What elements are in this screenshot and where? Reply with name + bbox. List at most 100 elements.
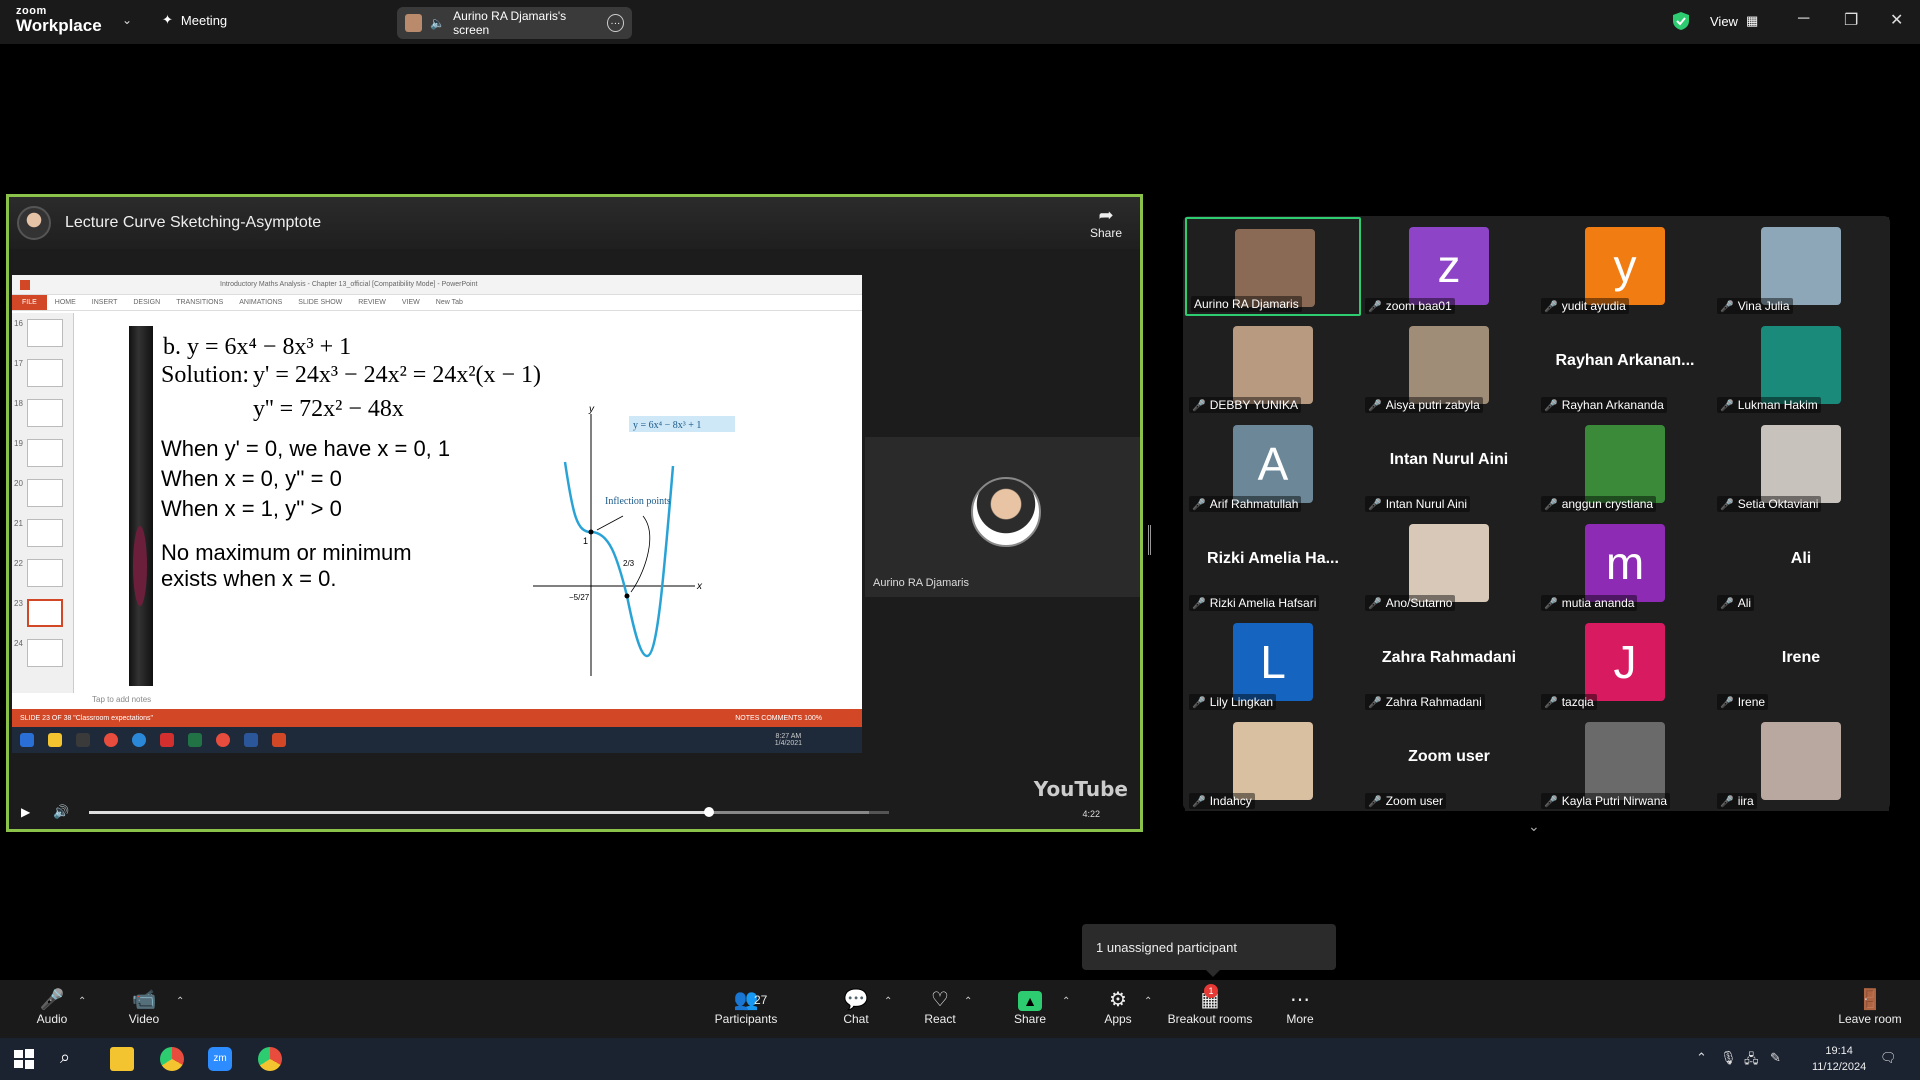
- video-button[interactable]: 📹 Video: [104, 988, 184, 1026]
- participant-tile[interactable]: 🎤 Kayla Putri Nirwana: [1537, 712, 1713, 811]
- participant-tile[interactable]: Zoom user 🎤 Zoom user: [1361, 712, 1537, 811]
- participant-tile[interactable]: z 🎤 zoom baa01: [1361, 217, 1537, 316]
- participant-name: 🎤 DEBBY YUNIKA: [1189, 397, 1301, 413]
- more-icon[interactable]: ···: [606, 14, 624, 32]
- participant-tile[interactable]: Rayhan Arkanan... 🎤 Rayhan Arkananda: [1537, 316, 1713, 415]
- channel-avatar[interactable]: [17, 206, 51, 240]
- participant-tile[interactable]: Ali 🎤 Ali: [1713, 514, 1889, 613]
- video-title[interactable]: Lecture Curve Sketching-Asymptote: [65, 214, 321, 232]
- windows-start-icon[interactable]: [12, 1047, 36, 1071]
- avatar: [1233, 722, 1313, 800]
- avatar: L: [1233, 623, 1313, 701]
- participant-tile[interactable]: 🎤 Setia Oktaviani: [1713, 415, 1889, 514]
- mic-off-icon: 🎤: [1544, 399, 1558, 412]
- participant-tile[interactable]: Irene 🎤 Irene: [1713, 613, 1889, 712]
- mic-off-icon: 🎤: [1368, 795, 1382, 808]
- participant-tile[interactable]: y 🎤 yudit ayudia: [1537, 217, 1713, 316]
- participant-tile[interactable]: 🎤 Vina Julia: [1713, 217, 1889, 316]
- store-icon: [76, 733, 90, 747]
- slide-decoration: [129, 326, 153, 686]
- participants-button[interactable]: 👥 27 Participants: [706, 988, 786, 1026]
- participant-tile[interactable]: J 🎤 tazqia: [1537, 613, 1713, 712]
- title-bar: zoom Workplace ⌄ ✦ Meeting 🔈 Aurino RA D…: [0, 0, 1920, 44]
- video-progress-bar[interactable]: [89, 807, 889, 817]
- slide-thumbnails: 16 17 18 19 20 21 22 23 24: [12, 313, 74, 693]
- tick-label: 2/3: [623, 559, 635, 568]
- participant-tile[interactable]: 🎤 DEBBY YUNIKA: [1185, 316, 1361, 415]
- close-button[interactable]: ✕: [1890, 10, 1903, 30]
- participant-tile[interactable]: 🎤 anggun crystiana: [1537, 415, 1713, 514]
- share-caret[interactable]: ⌃: [1062, 996, 1070, 1007]
- shield-icon[interactable]: [1672, 11, 1690, 31]
- meeting-tab[interactable]: ✦ Meeting: [162, 12, 227, 28]
- progress-knob[interactable]: [704, 807, 714, 817]
- participant-tile[interactable]: L 🎤 Lily Lingkan: [1185, 613, 1361, 712]
- apps-caret[interactable]: ⌃: [1144, 996, 1152, 1007]
- network-icon[interactable]: 🖧: [1744, 1050, 1759, 1072]
- breakout-rooms-button[interactable]: ▦ 1 Breakout rooms: [1160, 984, 1260, 1026]
- tray-chevron-icon[interactable]: ⌃: [1696, 1050, 1707, 1066]
- screen-share-pill[interactable]: 🔈 Aurino RA Djamaris's screen ···: [397, 7, 632, 39]
- mic-off-icon: 🎤: [1544, 597, 1558, 610]
- participant-tile[interactable]: m 🎤 mutia ananda: [1537, 514, 1713, 613]
- participant-tile[interactable]: 🎤 iira: [1713, 712, 1889, 811]
- shared-screen[interactable]: Lecture Curve Sketching-Asymptote ➦ Shar…: [6, 194, 1143, 832]
- participant-name: 🎤 Setia Oktaviani: [1717, 496, 1822, 512]
- mic-off-icon: 🎤: [1544, 696, 1558, 709]
- audio-button[interactable]: 🎤 Audio: [12, 988, 92, 1026]
- play-icon[interactable]: ▶: [21, 805, 30, 819]
- participant-tile[interactable]: A 🎤 Arif Rahmatullah: [1185, 415, 1361, 514]
- word-icon: [244, 733, 258, 747]
- participant-tile[interactable]: 🎤 Ano/Sutarno: [1361, 514, 1537, 613]
- minimize-button[interactable]: ─: [1798, 10, 1809, 28]
- chevron-down-icon[interactable]: ⌄: [122, 13, 132, 27]
- chrome-icon[interactable]: [258, 1047, 282, 1071]
- volume-icon[interactable]: 🔊: [53, 804, 69, 820]
- participant-name: 🎤 zoom baa01: [1365, 298, 1455, 314]
- react-caret[interactable]: ⌃: [964, 996, 972, 1007]
- search-icon[interactable]: ⌕: [60, 1047, 84, 1071]
- chevron-down-icon[interactable]: ⌄: [1528, 818, 1540, 835]
- notification-icon[interactable]: 🗨: [1880, 1050, 1897, 1066]
- yt-share-button[interactable]: ➦ Share: [1090, 205, 1122, 240]
- mic-icon[interactable]: 🎙: [1720, 1050, 1737, 1066]
- more-button[interactable]: ⋯ More: [1260, 988, 1340, 1026]
- chrome-icon[interactable]: [160, 1047, 184, 1071]
- more-icon: ⋯: [1290, 989, 1310, 1011]
- participant-tile[interactable]: Rizki Amelia Ha... 🎤 Rizki Amelia Hafsari: [1185, 514, 1361, 613]
- slide-line: No maximum or minimum: [161, 540, 412, 565]
- chat-button[interactable]: 💬 Chat: [816, 988, 896, 1026]
- share-button[interactable]: ▲ Share: [990, 988, 1070, 1026]
- participant-tile[interactable]: 🎤 Indahcy: [1185, 712, 1361, 811]
- participant-tile[interactable]: 🎤 Aisya putri zabyla: [1361, 316, 1537, 415]
- leave-room-button[interactable]: 🚪 Leave room: [1830, 988, 1910, 1026]
- participant-display-name: Intan Nurul Aini: [1389, 451, 1509, 468]
- video-caret[interactable]: ⌃: [176, 996, 184, 1007]
- chat-caret[interactable]: ⌃: [884, 996, 892, 1007]
- participant-tile[interactable]: 🎤 Lukman Hakim: [1713, 316, 1889, 415]
- tick-label: −5/27: [569, 593, 590, 602]
- presenter-name: Aurino RA Djamaris: [873, 577, 969, 589]
- participant-tile[interactable]: Intan Nurul Aini 🎤 Intan Nurul Aini: [1361, 415, 1537, 514]
- participant-name: 🎤 Vina Julia: [1717, 298, 1793, 314]
- ppt-tab: VIEW: [401, 299, 420, 306]
- restore-button[interactable]: ❐: [1844, 10, 1858, 30]
- taskbar-clock[interactable]: 19:14 11/12/2024: [1812, 1043, 1866, 1075]
- participant-tile[interactable]: Zahra Rahmadani 🎤 Zahra Rahmadani: [1361, 613, 1537, 712]
- resize-handle[interactable]: [1148, 525, 1151, 555]
- zoom-taskbar-icon[interactable]: zm: [208, 1047, 232, 1071]
- file-explorer-icon[interactable]: [110, 1047, 134, 1071]
- pen-icon[interactable]: ✎: [1770, 1050, 1781, 1066]
- slide-line: Solution:: [161, 362, 250, 388]
- participant-name: 🎤 Rayhan Arkananda: [1541, 397, 1667, 413]
- zoom-logo: zoom Workplace: [16, 5, 102, 35]
- tick-label: 1: [583, 536, 588, 546]
- view-button[interactable]: View ▦: [1710, 13, 1758, 29]
- youtube-logo[interactable]: YouTube: [1034, 777, 1128, 801]
- participant-tile[interactable]: Aurino RA Djamaris: [1185, 217, 1361, 316]
- audio-caret[interactable]: ⌃: [78, 996, 86, 1007]
- react-button[interactable]: ♡ React: [900, 988, 980, 1026]
- apps-button[interactable]: ⚙ Apps: [1078, 988, 1158, 1026]
- participant-name: 🎤 Aisya putri zabyla: [1365, 397, 1483, 413]
- ppt-ribbon: FILE HOME INSERT DESIGN TRANSITIONS ANIMATION…: [12, 295, 862, 311]
